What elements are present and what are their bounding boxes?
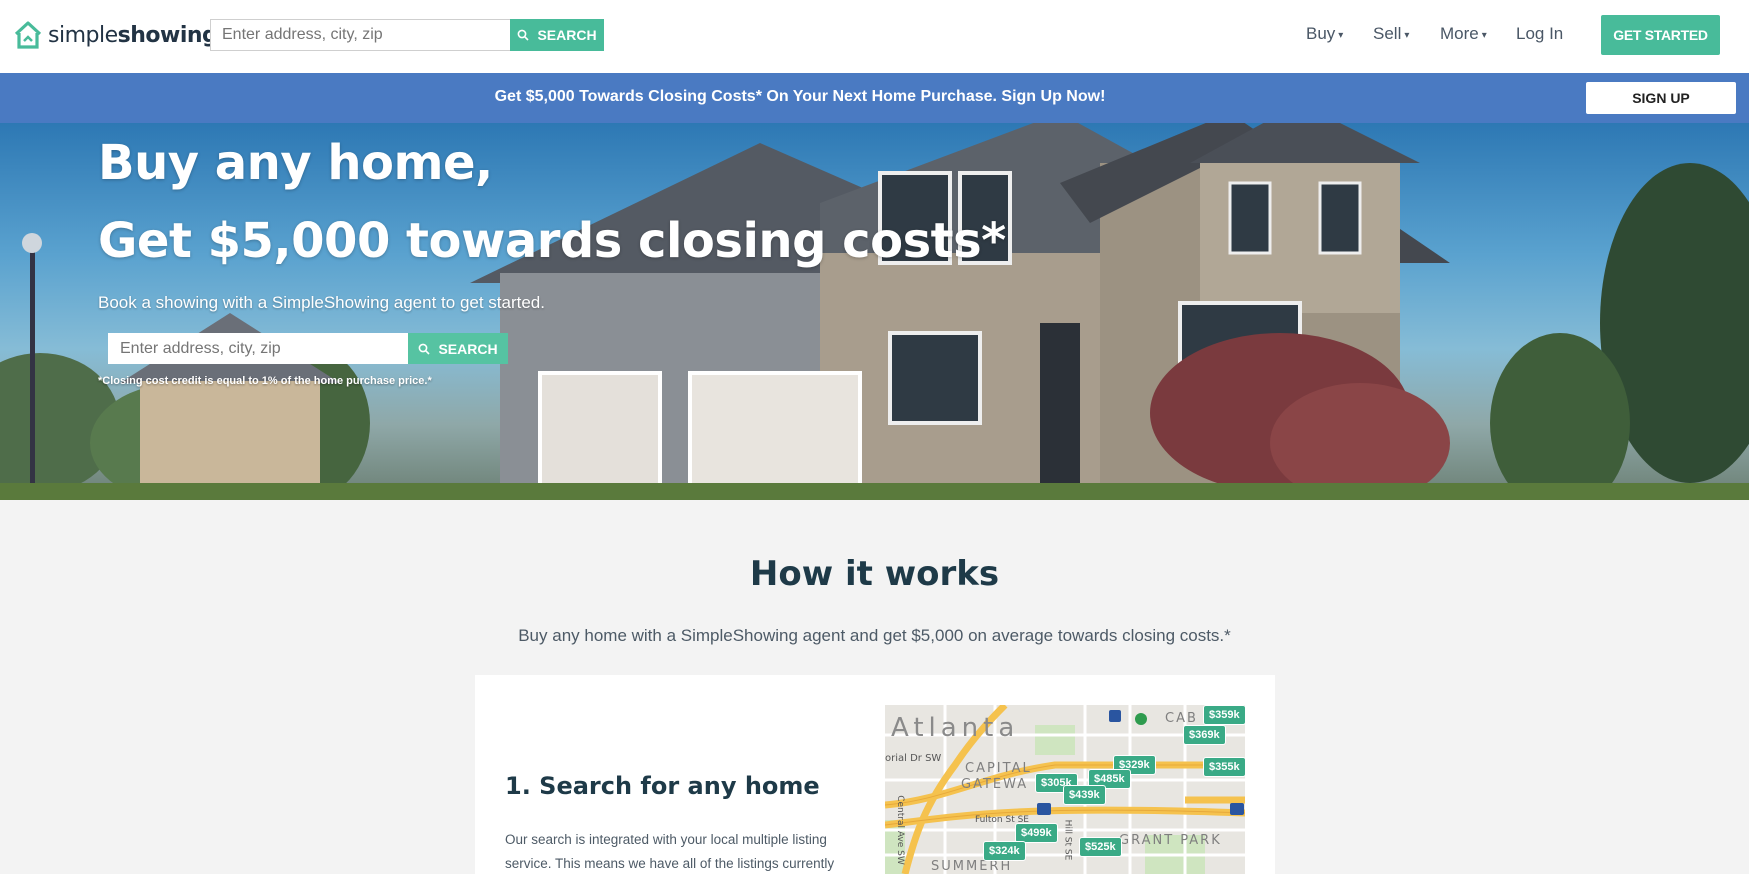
hero-search-input[interactable] — [108, 333, 408, 364]
nav-buy[interactable]: Buy ▾ — [1306, 24, 1343, 44]
map-price-pin[interactable]: $359k — [1203, 705, 1245, 725]
map-street-label: orial Dr SW — [885, 753, 942, 764]
map-price-pin[interactable]: $324k — [983, 841, 1026, 861]
chevron-down-icon: ▾ — [1338, 30, 1344, 41]
hero-search-label: SEARCH — [438, 340, 498, 357]
hero-disclaimer: *Closing cost credit is equal to 1% of t… — [98, 375, 432, 387]
section-subtitle: Buy any home with a SimpleShowing agent … — [518, 626, 1231, 645]
header-search-input[interactable] — [210, 19, 510, 51]
step-title: 1. Search for any home — [505, 772, 820, 800]
promo-text[interactable]: Get $5,000 Towards Closing Costs* On You… — [0, 88, 1600, 106]
nav-buy-label: Buy — [1306, 24, 1336, 43]
chevron-down-icon: ▾ — [1404, 30, 1410, 41]
header-search-label: SEARCH — [537, 27, 597, 43]
hero-title-line1: Buy any home, — [98, 135, 493, 191]
map-neighborhood-label: CAB — [1165, 711, 1198, 726]
promo-banner: Get $5,000 Towards Closing Costs* On You… — [0, 73, 1749, 123]
hero-title-line2: Get $5,000 towards closing costs* — [98, 213, 1006, 269]
map-price-pin[interactable]: $369k — [1183, 725, 1226, 745]
get-started-button[interactable]: GET STARTED — [1601, 15, 1720, 55]
step-card: 1. Search for any home Our search is int… — [475, 675, 1275, 874]
map-price-pin[interactable]: $355k — [1203, 757, 1245, 777]
step-description: Our search is integrated with your local… — [505, 832, 835, 871]
map-street-label: Central Ave SW — [894, 795, 905, 865]
map-street-label: Hill St SE — [1062, 819, 1073, 861]
hero-section: Buy any home, Get $5,000 towards closing… — [0, 123, 1749, 500]
search-icon — [517, 29, 530, 41]
hero-subtitle: Book a showing with a SimpleShowing agen… — [98, 293, 545, 312]
map-neighborhood-label: GRANT PARK — [1119, 833, 1222, 848]
map-price-pin[interactable]: $439k — [1063, 785, 1106, 805]
map-city-label: Atlanta — [891, 713, 1020, 743]
map-price-pin[interactable]: $499k — [1015, 823, 1058, 843]
header-search-button[interactable]: SEARCH — [510, 19, 604, 51]
sign-up-button[interactable]: SIGN UP — [1586, 82, 1736, 114]
nav-more[interactable]: More ▾ — [1440, 24, 1487, 44]
nav-login[interactable]: Log In — [1516, 24, 1563, 44]
map-neighborhood-label: SUMMERH — [931, 859, 1013, 874]
chevron-down-icon: ▾ — [1481, 30, 1487, 41]
logo[interactable]: simpleshowing — [12, 19, 218, 51]
nav-sell-label: Sell — [1373, 24, 1402, 43]
map-neighborhood-label: GATEWA — [961, 777, 1029, 792]
map-neighborhood-label: CAPITAL — [965, 761, 1032, 776]
search-icon — [418, 343, 431, 355]
nav-login-label: Log In — [1516, 24, 1564, 43]
map-price-pin[interactable]: $525k — [1079, 837, 1122, 857]
section-title: How it works — [749, 554, 1000, 594]
site-header: simpleshowing SEARCH Buy▾ Sell▾ More▾ Lo… — [0, 0, 1749, 73]
logo-text: simpleshowing — [48, 22, 218, 48]
nav-sell[interactable]: Sell ▾ — [1373, 24, 1409, 44]
hero-search-button[interactable]: SEARCH — [408, 333, 508, 364]
listing-map[interactable]: Atlanta CAPITAL GATEWA GRANT PARK CAB SU… — [885, 705, 1245, 874]
nav-more-label: More — [1440, 24, 1479, 43]
house-logo-icon — [12, 19, 44, 51]
